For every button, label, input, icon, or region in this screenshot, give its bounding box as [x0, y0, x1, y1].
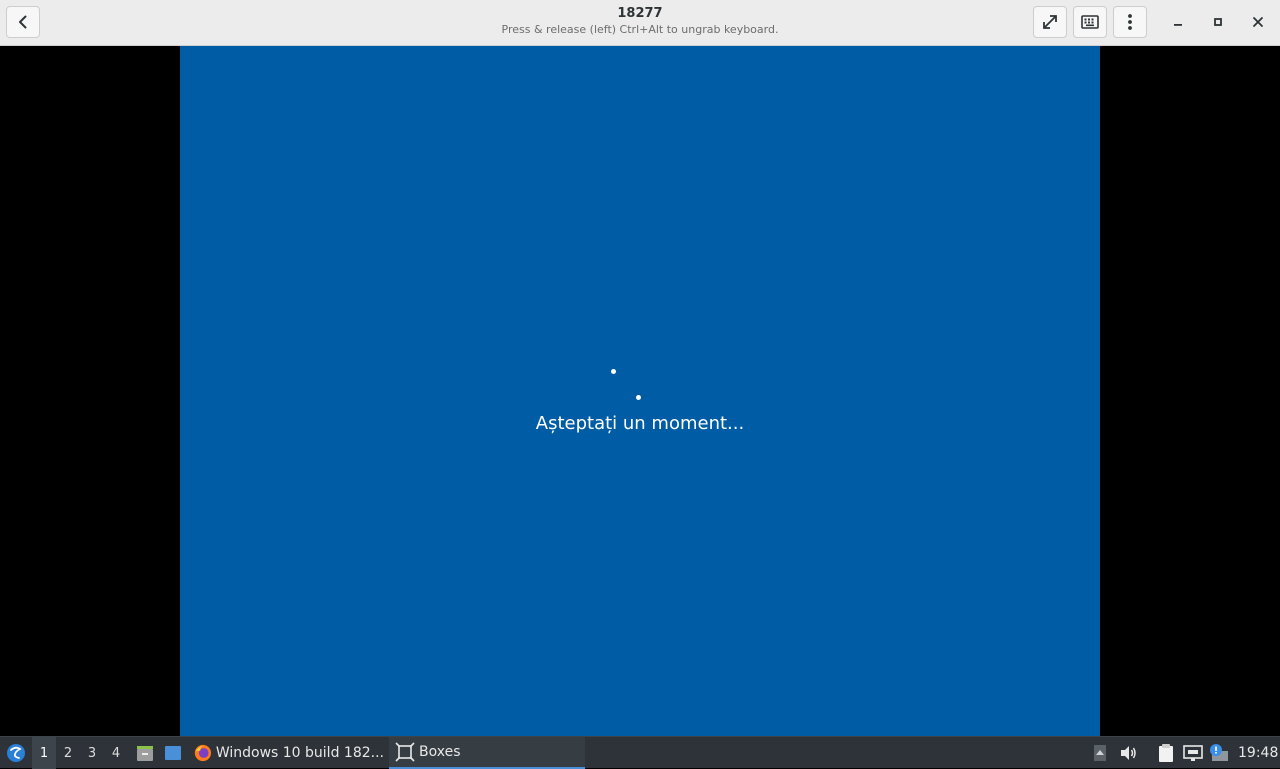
status-text: Așteptați un moment... — [535, 413, 745, 434]
show-desktop-button[interactable] — [162, 737, 184, 769]
clock[interactable]: 19:48 — [1238, 737, 1278, 769]
tray-expand-button[interactable] — [1090, 737, 1110, 769]
volume-icon — [1121, 746, 1136, 760]
close-button[interactable] — [1248, 12, 1268, 32]
task-boxes[interactable]: Boxes — [389, 737, 585, 769]
network-button[interactable] — [1182, 737, 1204, 769]
fullscreen-button[interactable] — [1033, 6, 1067, 38]
workspace-1[interactable]: 1 — [32, 737, 56, 769]
keyboard-icon — [1081, 15, 1099, 29]
workspace-2[interactable]: 2 — [56, 737, 80, 769]
file-manager-icon — [137, 746, 153, 761]
close-icon — [1253, 17, 1263, 27]
spinner-dot — [636, 395, 641, 400]
keyboard-button[interactable] — [1073, 6, 1107, 38]
spinner-dot — [611, 369, 616, 374]
menu-button[interactable] — [1113, 6, 1147, 38]
back-button[interactable] — [6, 6, 40, 38]
window-title: 18277 — [617, 6, 663, 21]
app-menu-button[interactable] — [4, 737, 28, 769]
notification-icon — [1210, 744, 1228, 761]
chevron-up-icon — [1094, 745, 1106, 761]
clipboard-icon — [1159, 744, 1173, 762]
vm-display-area[interactable]: Așteptați un moment... — [0, 46, 1280, 736]
minimize-button[interactable] — [1168, 12, 1188, 32]
window-subtitle: Press & release (left) Ctrl+Alt to ungra… — [501, 23, 779, 36]
app-menu-icon — [7, 744, 25, 762]
kebab-menu-icon — [1128, 14, 1132, 30]
header-bar: 18277 Press & release (left) Ctrl+Alt to… — [0, 0, 1280, 46]
network-icon — [1183, 745, 1203, 761]
desktop-icon — [165, 746, 181, 760]
task-firefox[interactable]: Windows 10 build 182... — [192, 737, 384, 769]
file-manager-launcher[interactable] — [134, 737, 156, 769]
task-label: Windows 10 build 182... — [215, 745, 384, 761]
minimize-icon — [1174, 24, 1182, 26]
fullscreen-icon — [1043, 15, 1057, 29]
notification-button[interactable] — [1207, 737, 1231, 769]
firefox-icon — [194, 744, 212, 762]
task-label: Boxes — [419, 744, 461, 760]
volume-button[interactable] — [1117, 737, 1139, 769]
workspace-3[interactable]: 3 — [80, 737, 104, 769]
boxes-icon — [395, 742, 415, 762]
chevron-left-icon — [19, 15, 27, 29]
maximize-icon — [1214, 18, 1222, 26]
workspace-4[interactable]: 4 — [104, 737, 128, 769]
maximize-button[interactable] — [1208, 12, 1228, 32]
taskbar: 1 2 3 4 Windows 10 build 182... Boxes 19… — [0, 736, 1280, 769]
clipboard-button[interactable] — [1155, 737, 1177, 769]
vm-screen[interactable]: Așteptați un moment... — [180, 46, 1100, 736]
title-area: 18277 Press & release (left) Ctrl+Alt to… — [380, 6, 900, 38]
